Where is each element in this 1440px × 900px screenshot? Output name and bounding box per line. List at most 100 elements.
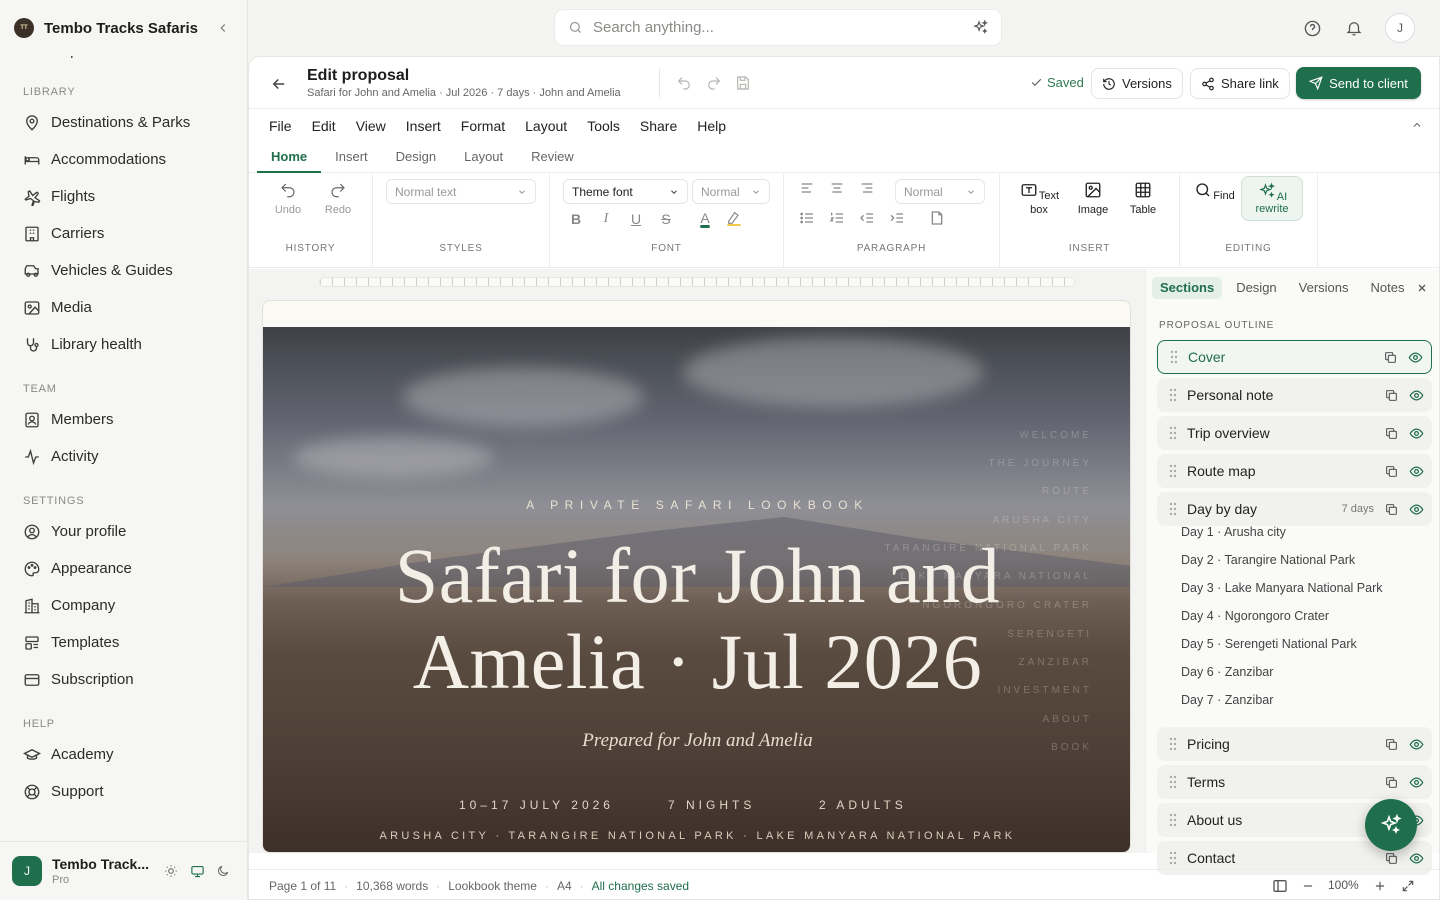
- help-icon[interactable]: [1298, 14, 1326, 42]
- outline-item-trip-overview[interactable]: Trip overview: [1157, 416, 1432, 450]
- outline-item-route-map[interactable]: Route map: [1157, 454, 1432, 488]
- paragraph-style-select[interactable]: Normal text: [386, 179, 536, 204]
- share-link-button[interactable]: Share link: [1190, 68, 1290, 99]
- outline-day-item[interactable]: Day 5 · Serengeti National Park: [1181, 637, 1357, 651]
- underline-icon[interactable]: U: [627, 210, 645, 228]
- search-input[interactable]: Search anything...: [554, 9, 1002, 46]
- sidebar-item-support[interactable]: Support: [0, 773, 248, 810]
- outdent-icon[interactable]: [859, 210, 877, 228]
- drag-handle-icon[interactable]: [1169, 851, 1177, 865]
- tab-notes[interactable]: Notes: [1363, 277, 1413, 299]
- sidebar-item-reports[interactable]: Reports: [0, 56, 248, 66]
- menu-help[interactable]: Help: [687, 118, 736, 134]
- tab-versions[interactable]: Versions: [1291, 277, 1357, 299]
- indent-icon[interactable]: [889, 210, 907, 228]
- visibility-eye-icon[interactable]: [1408, 501, 1424, 517]
- outline-item-terms[interactable]: Terms: [1157, 765, 1432, 799]
- menu-layout[interactable]: Layout: [515, 118, 577, 134]
- image-button[interactable]: Image: [1071, 180, 1115, 216]
- visibility-eye-icon[interactable]: [1408, 774, 1424, 790]
- close-icon[interactable]: [1415, 281, 1429, 295]
- text-box-button[interactable]: Text box: [1014, 180, 1064, 216]
- send-to-client-button[interactable]: Send to client: [1296, 67, 1421, 99]
- document-page[interactable]: WELCOME THE JOURNEY ROUTE ARUSHA CITY TA…: [262, 300, 1131, 853]
- versions-button[interactable]: Versions: [1091, 68, 1183, 99]
- menu-format[interactable]: Format: [451, 118, 515, 134]
- visibility-eye-icon[interactable]: [1408, 850, 1424, 866]
- drag-handle-icon[interactable]: [1169, 775, 1177, 789]
- outline-day-item[interactable]: Day 3 · Lake Manyara National Park: [1181, 581, 1382, 595]
- menu-share[interactable]: Share: [630, 118, 687, 134]
- drag-handle-icon[interactable]: [1169, 502, 1177, 516]
- sidebar-item-appearance[interactable]: Appearance: [0, 550, 248, 587]
- outline-day-item[interactable]: Day 2 · Tarangire National Park: [1181, 553, 1355, 567]
- sun-icon[interactable]: [158, 858, 184, 884]
- bold-icon[interactable]: B: [567, 210, 585, 228]
- font-size-select[interactable]: Normal: [692, 179, 770, 204]
- sidebar-toggle-icon[interactable]: [1271, 877, 1289, 895]
- drag-handle-icon[interactable]: [1169, 426, 1177, 440]
- tab-insert[interactable]: Insert: [321, 143, 382, 173]
- tab-review[interactable]: Review: [517, 143, 588, 173]
- sidebar-item-subscription[interactable]: Subscription: [0, 661, 248, 698]
- brand-logo[interactable]: TT: [14, 18, 34, 38]
- menu-tools[interactable]: Tools: [577, 118, 630, 134]
- tab-design[interactable]: Design: [1228, 277, 1284, 299]
- duplicate-icon[interactable]: [1384, 426, 1398, 440]
- outline-item-day-by-day[interactable]: Day by day 7 days: [1157, 492, 1432, 526]
- visibility-eye-icon[interactable]: [1408, 463, 1424, 479]
- sidebar-item-activity[interactable]: Activity: [0, 438, 248, 475]
- fullscreen-icon[interactable]: [1399, 877, 1417, 895]
- ai-rewrite-button[interactable]: AI rewrite: [1241, 176, 1303, 221]
- menu-insert[interactable]: Insert: [396, 118, 451, 134]
- menu-edit[interactable]: Edit: [302, 118, 346, 134]
- tab-sections[interactable]: Sections: [1152, 277, 1223, 299]
- sidebar-item-flights[interactable]: Flights: [0, 178, 248, 215]
- sidebar-item-carriers[interactable]: Carriers: [0, 215, 248, 252]
- page-size[interactable]: A4: [557, 879, 572, 893]
- save-icon[interactable]: [733, 73, 753, 93]
- sidebar-item-company[interactable]: Company: [0, 587, 248, 624]
- page-break-icon[interactable]: [929, 210, 947, 228]
- duplicate-icon[interactable]: [1383, 350, 1397, 364]
- table-button[interactable]: Table: [1121, 180, 1165, 216]
- undo-icon[interactable]: [674, 73, 694, 93]
- font-family-select[interactable]: Theme font: [563, 179, 688, 204]
- find-button[interactable]: Find: [1192, 180, 1236, 204]
- drag-handle-icon[interactable]: [1169, 813, 1177, 827]
- outline-day-item[interactable]: Day 7 · Zanzibar: [1181, 693, 1273, 707]
- highlight-icon[interactable]: [726, 209, 744, 227]
- theme-name[interactable]: Lookbook theme: [448, 879, 537, 893]
- outline-day-item[interactable]: Day 4 · Ngorongoro Crater: [1181, 609, 1329, 623]
- sidebar-item-library-health[interactable]: Library health: [0, 326, 248, 363]
- sidebar-item-templates[interactable]: Templates: [0, 624, 248, 661]
- menu-view[interactable]: View: [346, 118, 396, 134]
- tab-design[interactable]: Design: [382, 143, 450, 173]
- user-account[interactable]: J Tembo Track... Pro: [0, 841, 248, 900]
- chevron-up-icon[interactable]: [1409, 117, 1425, 133]
- monitor-icon[interactable]: [184, 858, 210, 884]
- moon-icon[interactable]: [210, 858, 236, 884]
- undo-button[interactable]: Undo: [266, 180, 310, 216]
- outline-day-item[interactable]: Day 6 · Zanzibar: [1181, 665, 1273, 679]
- sidebar-item-accommodations[interactable]: Accommodations: [0, 141, 248, 178]
- text-color-icon[interactable]: A: [696, 209, 714, 227]
- visibility-eye-icon[interactable]: [1408, 425, 1424, 441]
- sidebar-item-vehicles[interactable]: Vehicles & Guides: [0, 252, 248, 289]
- collapse-sidebar-icon[interactable]: [212, 17, 234, 39]
- zoom-in-icon[interactable]: [1371, 877, 1389, 895]
- align-left-icon[interactable]: [799, 180, 817, 198]
- duplicate-icon[interactable]: [1384, 388, 1398, 402]
- profile-avatar[interactable]: J: [1385, 13, 1415, 43]
- numbered-list-icon[interactable]: [829, 210, 847, 228]
- sparkle-icon[interactable]: [971, 19, 989, 37]
- align-right-icon[interactable]: [859, 180, 877, 198]
- tab-home[interactable]: Home: [257, 143, 322, 173]
- align-center-icon[interactable]: [829, 180, 847, 198]
- back-arrow-icon[interactable]: [267, 72, 291, 96]
- strikethrough-icon[interactable]: S: [657, 210, 675, 228]
- zoom-level[interactable]: 100%: [1328, 878, 1359, 892]
- sidebar-item-members[interactable]: Members: [0, 401, 248, 438]
- bell-icon[interactable]: [1340, 14, 1368, 42]
- ai-assistant-button[interactable]: [1365, 799, 1417, 851]
